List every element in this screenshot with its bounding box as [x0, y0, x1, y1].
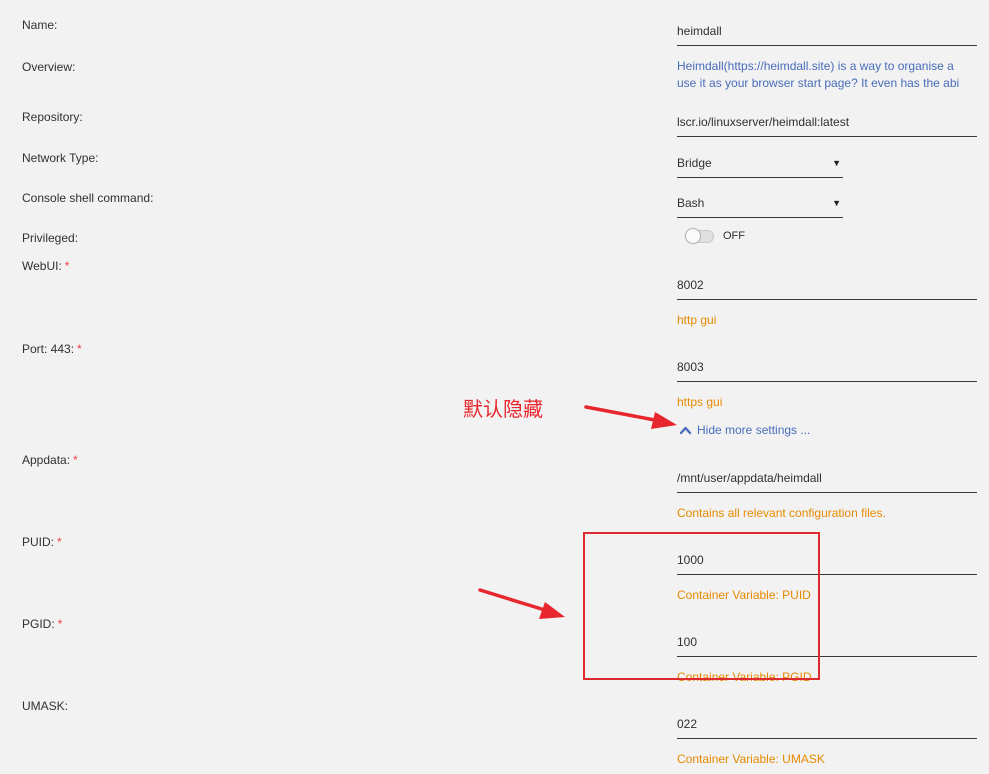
- annotation-arrows: [478, 405, 677, 619]
- highlight-box: [583, 532, 820, 680]
- container-template-form: Name: heimdall Overview: Heimdall(https:…: [0, 0, 989, 774]
- arrow-to-puid-pgid: [478, 588, 565, 619]
- arrow-to-more-settings: [584, 405, 677, 429]
